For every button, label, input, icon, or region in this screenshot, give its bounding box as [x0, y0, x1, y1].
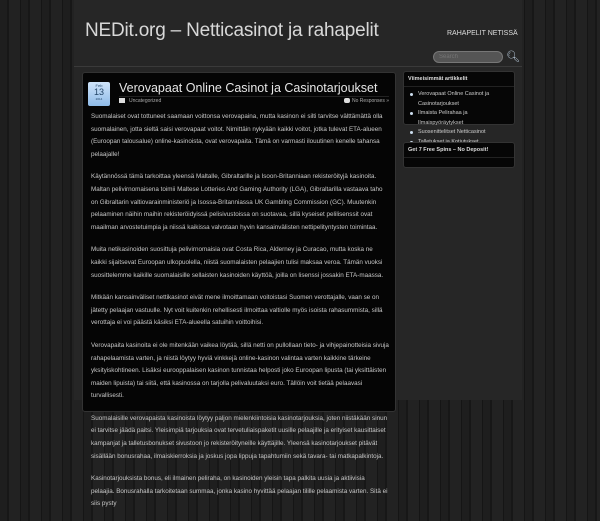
- search-input[interactable]: [433, 51, 503, 63]
- date-badge: Feb 13 2014: [88, 82, 110, 106]
- header-divider: [74, 66, 522, 67]
- search-icon[interactable]: 🔍︎: [506, 50, 520, 64]
- paragraph: Kasinotarjouksista bonus, eli ilmainen p…: [91, 475, 388, 508]
- paragraph: Verovapaita kasinoita ei ole mitenkään v…: [91, 341, 389, 400]
- date-day: 13: [93, 87, 104, 97]
- paragraph: Muita netikasinoiden suosittuja pelivirn…: [91, 246, 384, 279]
- post-meta: Uncategorized No Responses »: [119, 96, 389, 105]
- page-container: NEDit.org – Netticasinot ja rahapelit RA…: [74, 0, 522, 507]
- post-body: Suomalaiset ovat tottuneet saamaan voitt…: [91, 111, 389, 521]
- promo-widget: Get 7 Free Spins – No Deposit!: [403, 142, 515, 168]
- widget-title: Get 7 Free Spins – No Deposit!: [404, 143, 514, 158]
- folder-icon: [119, 98, 125, 104]
- comment-icon: [344, 98, 351, 104]
- paragraph: Suomalaiset ovat tottuneet saamaan voitt…: [91, 113, 383, 158]
- recent-post-link[interactable]: Suosenittelitset Netticasinot: [408, 128, 510, 138]
- recent-post-link[interactable]: Ilmaista Pelirahaa ja Ilmaispyöräytykset: [408, 109, 510, 128]
- widget-title: Viimeisimmät artikkelit: [404, 72, 514, 87]
- date-year: 2014: [95, 97, 103, 101]
- nav-item-rahapelit-netissa[interactable]: RAHAPELIT NETISSÄ: [447, 30, 518, 37]
- site-title[interactable]: NEDit.org – Netticasinot ja rahapelit: [85, 20, 379, 42]
- paragraph: Suomalaisille verovapaista kasinoista lö…: [91, 414, 388, 460]
- paragraph: Mitkään kansainväliset nettikasinot eivä…: [91, 294, 383, 327]
- post-category[interactable]: Uncategorized: [129, 98, 161, 104]
- recent-posts-widget: Viimeisimmät artikkelit Verovapaat Onlin…: [403, 71, 515, 154]
- paragraph: Käytännössä tämä tarkoittaa yleensä Malt…: [91, 173, 383, 231]
- post-article: Feb 13 2014 Verovapaat Online Casinot ja…: [82, 72, 396, 507]
- recent-post-link[interactable]: Verovapaat Online Casinot ja Casinotarjo…: [408, 90, 510, 109]
- post-title[interactable]: Verovapaat Online Casinot ja Casinotarjo…: [119, 81, 377, 95]
- post-responses[interactable]: No Responses »: [352, 98, 389, 104]
